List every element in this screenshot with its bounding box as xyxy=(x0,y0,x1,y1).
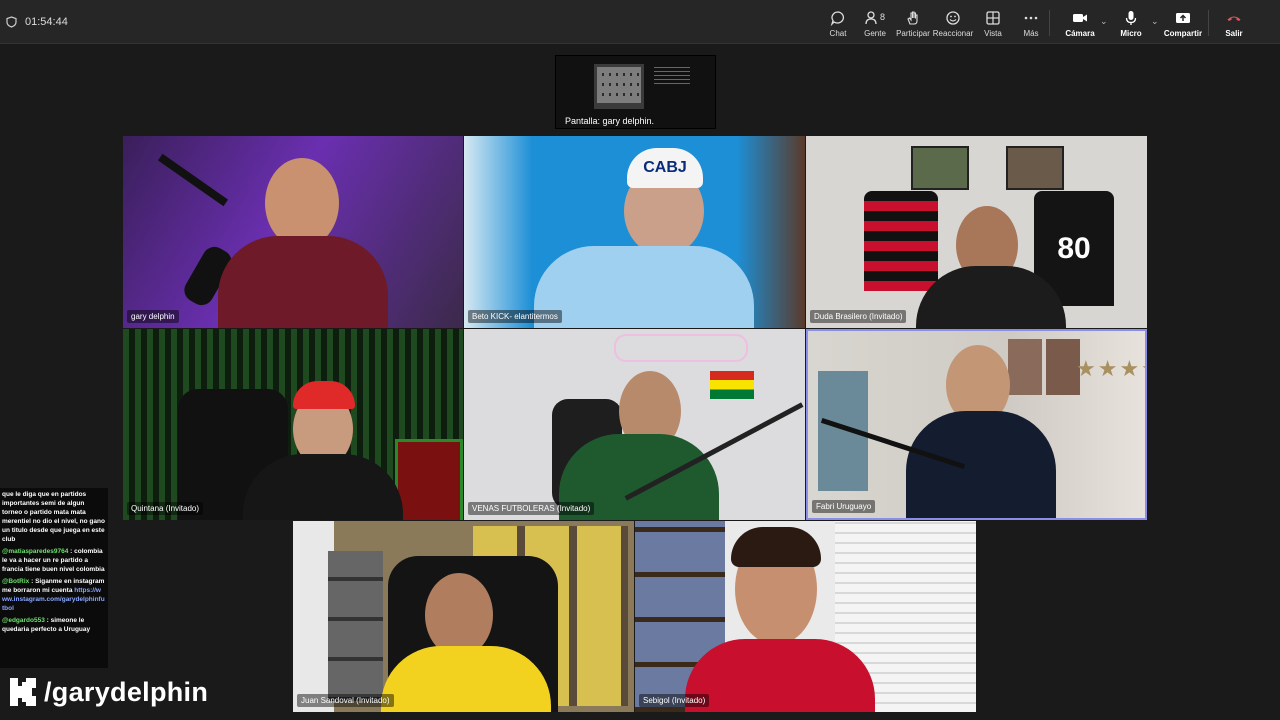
leave-label: Salir xyxy=(1225,29,1243,38)
camera-label: Cámara xyxy=(1065,29,1095,38)
chat-username: @edgardo553 xyxy=(2,617,45,624)
microphone-arm xyxy=(157,153,229,207)
meeting-timer: 01:54:44 xyxy=(6,16,68,28)
chat-username: @BotRix xyxy=(2,578,30,585)
participant-name: Juan Sandoval (Invitado) xyxy=(297,694,394,707)
chat-username: @matiasparedes9764 xyxy=(2,548,69,555)
stream-chat-overlay: que le diga que en partidos importantes … xyxy=(0,488,108,668)
participant-head xyxy=(425,573,493,657)
camera-icon xyxy=(1073,14,1087,22)
participant-name: Beto KICK- elantitermos xyxy=(468,310,562,323)
video-tile-gary-delphin[interactable]: gary delphin xyxy=(123,136,463,328)
trophy-poster xyxy=(395,439,463,520)
camera-options-chevron-icon[interactable]: ⌄ xyxy=(1100,16,1108,27)
channel-handle: /garydelphin xyxy=(44,676,209,707)
share-button[interactable]: Compartir xyxy=(1161,10,1205,38)
screen-share-preview[interactable]: Pantalla: gary delphin. xyxy=(555,55,716,129)
shared-screen-content xyxy=(594,64,644,109)
share-screen-icon xyxy=(1176,13,1190,23)
video-tile-duda-brasilero[interactable]: 80 Duda Brasilero (Invitado) xyxy=(806,136,1147,328)
mic-label: Micro xyxy=(1120,29,1142,38)
toolbar-divider xyxy=(1208,10,1209,36)
shelf-collectibles xyxy=(328,551,383,701)
people-count-badge: 8 xyxy=(879,12,885,22)
more-icon xyxy=(1024,16,1038,20)
participant-name: Quintana (Invitado) xyxy=(127,502,204,515)
participant-name: Duda Brasilero (Invitado) xyxy=(810,310,907,323)
participant-body xyxy=(534,246,754,328)
screen-share-label: Pantalla: gary delphin. xyxy=(565,116,655,126)
wall-frame xyxy=(911,146,969,190)
hand-icon xyxy=(907,11,918,25)
toolbar-divider xyxy=(1049,10,1050,36)
participant-body xyxy=(218,236,388,328)
react-label: Reaccionar xyxy=(932,29,974,38)
camera-button[interactable]: Cámara xyxy=(1058,10,1102,38)
hang-up-icon xyxy=(1227,16,1241,21)
microphone-icon xyxy=(1125,11,1137,25)
cabj-cap: CABJ xyxy=(627,148,703,188)
participant-name: gary delphin xyxy=(127,310,179,323)
raise-hand-label: Participar xyxy=(896,29,930,38)
kick-logo-icon xyxy=(10,678,36,706)
raise-hand-button[interactable]: Participar xyxy=(891,10,935,38)
participant-head xyxy=(265,158,339,248)
video-tile-fabri-uruguayo[interactable]: ★★★★ Fabri Uruguayo xyxy=(806,329,1147,520)
grid-icon xyxy=(986,11,1000,25)
bolivia-flag xyxy=(710,371,754,399)
video-tile-venas-futboleras[interactable]: VENAS FUTBOLERAS (Invitado) xyxy=(464,329,805,520)
red-cap xyxy=(293,381,355,409)
stars-decal: ★★★★ xyxy=(1076,356,1145,381)
wall-photo xyxy=(1046,339,1080,395)
smiley-icon xyxy=(946,11,960,25)
wall-frame xyxy=(1006,146,1064,190)
channel-watermark: /garydelphin xyxy=(8,676,208,708)
mic-button[interactable]: Micro xyxy=(1109,10,1153,38)
chat-message: @matiasparedes9764 : colombia le va a ha… xyxy=(2,547,106,574)
video-tile-juan-sandoval[interactable]: Juan Sandoval (Invitado) xyxy=(293,521,634,712)
more-button[interactable]: Más xyxy=(1009,10,1053,38)
meeting-toolbar: 01:54:44 Chat 8 Gente Participar Reaccio… xyxy=(0,0,1280,44)
react-button[interactable]: Reaccionar xyxy=(931,10,975,38)
people-icon xyxy=(865,11,877,25)
chat-message: que le diga que en partidos importantes … xyxy=(2,490,106,544)
mic-options-chevron-icon[interactable]: ⌄ xyxy=(1151,16,1159,27)
chat-text: que le diga que en partidos importantes … xyxy=(2,491,105,543)
participant-name: Sebigol (Invitado) xyxy=(639,694,710,707)
neon-sign xyxy=(614,334,748,362)
chat-icon xyxy=(830,11,844,26)
participant-body xyxy=(685,639,875,712)
chat-message: @BotRix : Siganme en instagram me borrar… xyxy=(2,577,106,613)
shared-screen-text-block xyxy=(654,64,690,84)
hair xyxy=(731,527,821,567)
participant-body xyxy=(906,411,1056,518)
leave-button[interactable]: Salir xyxy=(1212,10,1256,38)
more-label: Más xyxy=(1023,29,1039,38)
video-tile-sebigol[interactable]: Sebigol (Invitado) xyxy=(635,521,976,712)
timer-label: 01:54:44 xyxy=(25,16,68,28)
share-label: Compartir xyxy=(1163,29,1203,38)
video-tile-quintana[interactable]: Quintana (Invitado) xyxy=(123,329,463,520)
participant-name: VENAS FUTBOLERAS (Invitado) xyxy=(468,502,595,515)
wall-photo xyxy=(1008,339,1042,395)
participant-name: Fabri Uruguayo xyxy=(812,500,876,513)
video-tile-beto-kick[interactable]: CABJ Beto KICK- elantitermos xyxy=(464,136,805,328)
flamengo-jersey xyxy=(864,191,938,291)
shield-icon xyxy=(6,16,17,28)
chat-message: @edgardo553 : simeone le quedaria perfec… xyxy=(2,616,106,634)
